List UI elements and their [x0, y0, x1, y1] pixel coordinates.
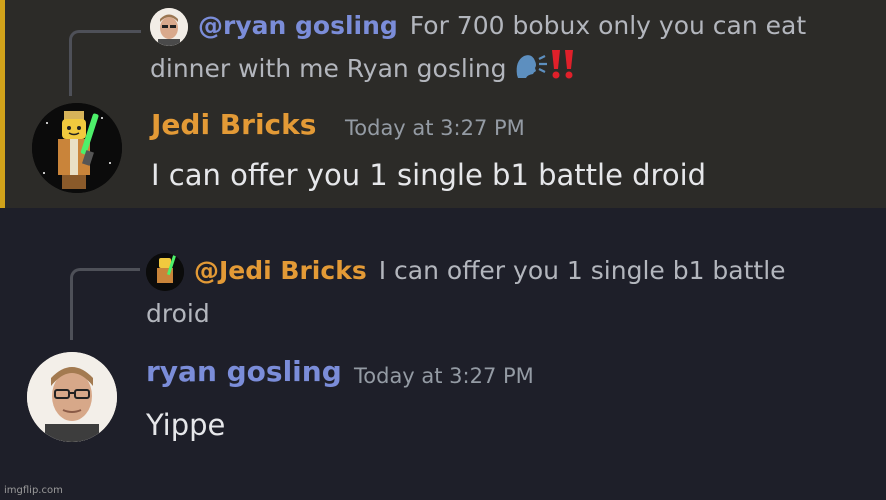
jedi-bricks-mini-avatar[interactable]	[146, 253, 184, 291]
message-ryan-gosling: @Jedi Bricks I can offer you 1 single b1 …	[0, 208, 886, 500]
timestamp: Today at 3:27 PM	[354, 364, 534, 388]
author-name[interactable]: Jedi Bricks	[151, 108, 316, 141]
ryan-gosling-avatar[interactable]	[27, 352, 117, 442]
message-content: I can offer you 1 single b1 battle droid	[151, 158, 707, 192]
reply-connector	[70, 268, 140, 340]
reply-connector	[69, 30, 141, 96]
double-exclamation-emoji	[548, 48, 578, 93]
ryan-gosling-mini-avatar[interactable]	[150, 8, 188, 46]
speaking-head-emoji	[514, 49, 548, 92]
reply-preview[interactable]: @Jedi Bricks I can offer you 1 single b1 …	[146, 249, 846, 335]
reply-mention[interactable]: @ryan gosling	[198, 11, 398, 40]
reply-mention[interactable]: @Jedi Bricks	[194, 256, 367, 285]
jedi-bricks-avatar[interactable]	[32, 103, 122, 193]
message-jedi-bricks: @ryan gosling For 700 bobux only you can …	[0, 0, 886, 208]
timestamp: Today at 3:27 PM	[345, 116, 525, 140]
watermark: imgflip.com	[4, 485, 63, 496]
author-name[interactable]: ryan gosling	[146, 355, 342, 388]
reply-preview[interactable]: @ryan gosling For 700 bobux only you can …	[150, 4, 846, 93]
message-content: Yippe	[146, 408, 226, 442]
